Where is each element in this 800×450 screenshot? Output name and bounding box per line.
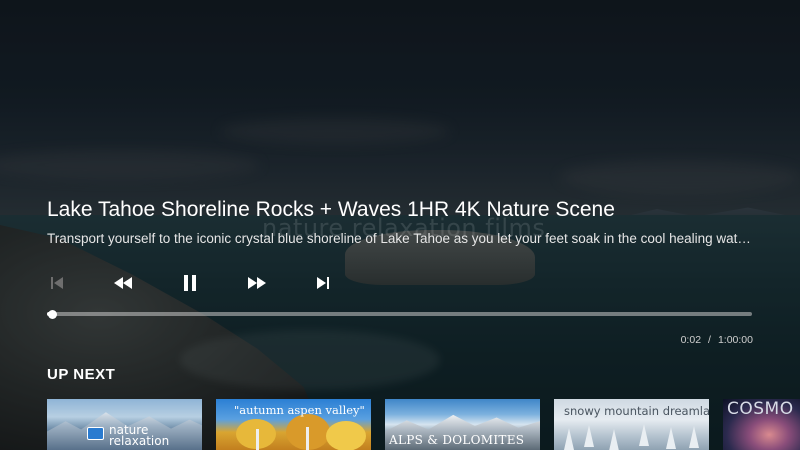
video-description: Transport yourself to the iconic crystal… — [47, 231, 757, 246]
up-next-item[interactable]: ALPS & DOLOMITES — [385, 399, 540, 450]
up-next-item[interactable]: "autumn aspen valley" — [216, 399, 371, 450]
up-next-item[interactable]: COSMO — [723, 399, 800, 450]
thumbnail-label: snowy mountain dreamland — [564, 404, 709, 418]
thumbnail-pine — [609, 429, 619, 450]
thumbnail-pine — [639, 424, 649, 446]
current-time: 0:02 — [680, 334, 702, 346]
skip-previous-button[interactable] — [42, 268, 72, 298]
thumbnail-trunk — [256, 429, 259, 450]
up-next-item[interactable]: snowy mountain dreamland — [554, 399, 709, 450]
rewind-button[interactable] — [108, 268, 138, 298]
thumbnail-label: COSMO — [727, 399, 794, 419]
video-title: Lake Tahoe Shoreline Rocks + Waves 1HR 4… — [47, 198, 615, 221]
time-display: 0:02 / 1:00:00 — [600, 334, 753, 346]
thumbnail-trunk — [306, 427, 309, 450]
skip-previous-icon — [51, 277, 63, 289]
fast-forward-icon — [248, 277, 266, 289]
skip-next-button[interactable] — [308, 268, 338, 298]
pause-icon — [184, 275, 196, 291]
thumbnail-pine — [666, 427, 676, 449]
thumbnail-label: ALPS & DOLOMITES — [389, 433, 525, 447]
fast-forward-button[interactable] — [242, 268, 272, 298]
seek-track — [47, 312, 752, 316]
tv-logo-icon — [87, 427, 104, 440]
thumbnail-tree — [326, 421, 366, 450]
thumbnail-pine — [689, 426, 699, 448]
duration: 1:00:00 — [717, 334, 753, 346]
skip-next-icon — [317, 277, 329, 289]
up-next-row: nature relaxation "autumn aspen valley" … — [0, 399, 800, 450]
thumbnail-pine — [564, 428, 574, 450]
pause-button[interactable] — [175, 268, 205, 298]
seek-bar[interactable] — [47, 310, 752, 319]
playback-controls — [0, 268, 800, 298]
thumbnail-label: "autumn aspen valley" — [234, 403, 365, 417]
up-next-heading: UP NEXT — [47, 366, 116, 383]
thumbnail-pine — [584, 425, 594, 447]
seek-thumb[interactable] — [48, 310, 57, 319]
thumbnail-label: relaxation — [109, 434, 170, 448]
time-separator: / — [708, 334, 711, 346]
rewind-icon — [114, 277, 132, 289]
up-next-item[interactable]: nature relaxation — [47, 399, 202, 450]
